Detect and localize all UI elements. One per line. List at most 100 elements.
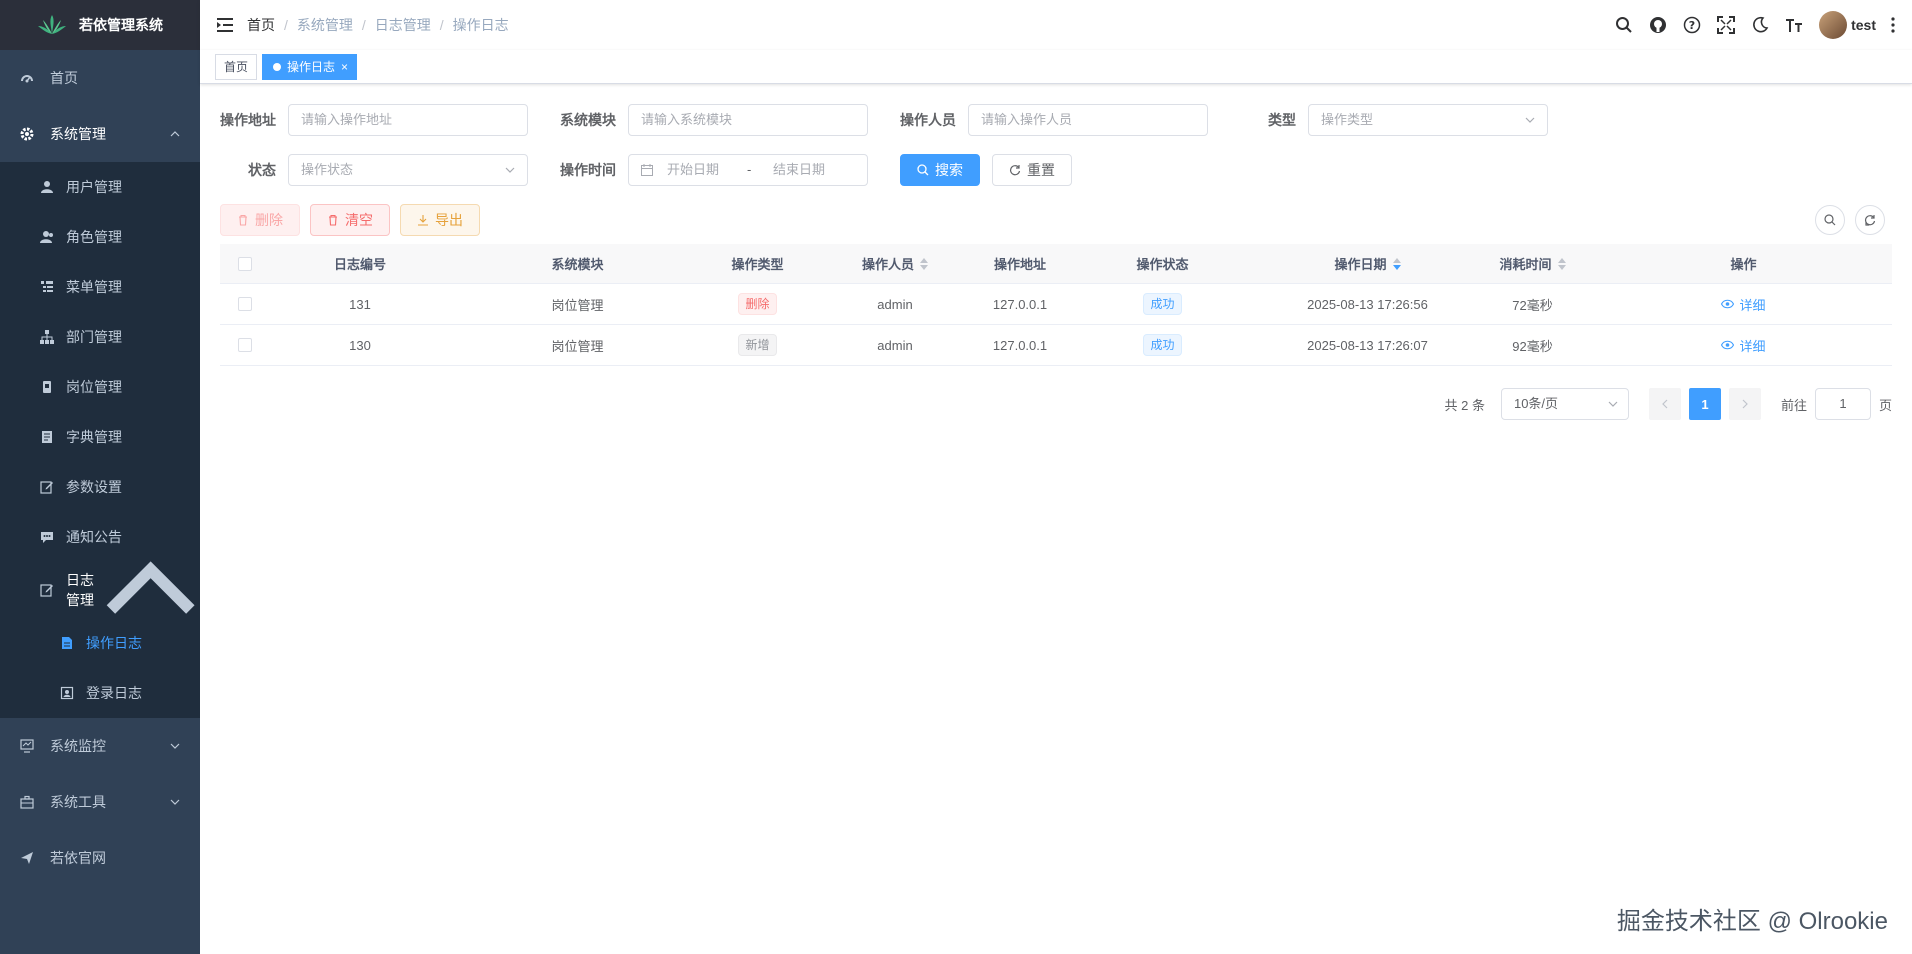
- watermark: 掘金技术社区 @ Olrookie: [1616, 908, 1888, 935]
- module-input[interactable]: 请输入系统模块: [628, 104, 868, 136]
- username[interactable]: test: [1851, 17, 1876, 33]
- clean-button[interactable]: 清空: [310, 204, 390, 236]
- system-submenu: 用户管理 角色管理 菜单管理 部门管理 岗位管理 字典管理 参数设置 通知公告: [0, 162, 200, 718]
- pagination-total: 共 2 条: [1444, 397, 1485, 413]
- sort-icon[interactable]: [920, 257, 928, 270]
- search-button[interactable]: 搜索: [900, 154, 980, 186]
- fullscreen-icon[interactable]: [1717, 16, 1736, 34]
- tag-operlog[interactable]: 操作日志 ×: [262, 54, 358, 80]
- gear-icon: [20, 127, 34, 141]
- edit-icon: [40, 480, 54, 494]
- dashboard-icon: [20, 71, 34, 85]
- log-icon: [40, 583, 54, 597]
- cell-id: 131: [349, 296, 371, 312]
- sidebar-item-menu[interactable]: 菜单管理: [0, 262, 200, 312]
- sidebar-item-label: 日志管理: [66, 572, 94, 608]
- sidebar-item-post[interactable]: 岗位管理: [0, 362, 200, 412]
- moon-icon[interactable]: [1751, 16, 1769, 34]
- svg-text:?: ?: [1689, 19, 1695, 32]
- header-user[interactable]: 操作人员: [810, 254, 980, 273]
- goto-prefix: 前往: [1780, 397, 1807, 413]
- sidebar-item-user[interactable]: 用户管理: [0, 162, 200, 212]
- search-icon[interactable]: [1615, 16, 1633, 34]
- chevron-down-icon: [170, 799, 180, 805]
- sidebar-item-home[interactable]: 首页: [0, 50, 200, 106]
- sidebar-item-label: 系统工具: [50, 794, 106, 810]
- sidebar-item-website[interactable]: 若依官网: [0, 830, 200, 886]
- row-checkbox[interactable]: [220, 297, 270, 311]
- github-icon[interactable]: [1649, 16, 1667, 34]
- calendar-icon: [641, 164, 653, 176]
- right-menu: ? test: [1607, 0, 1912, 50]
- status-select[interactable]: 操作状态: [288, 154, 528, 186]
- select-all-checkbox[interactable]: [220, 256, 270, 271]
- header-cost[interactable]: 消耗时间: [1470, 254, 1595, 273]
- oper-name-label: 操作人员: [900, 112, 956, 128]
- sidebar-item-log[interactable]: 日志管理: [0, 561, 200, 618]
- breadcrumb-item[interactable]: 首页: [247, 15, 275, 35]
- more-vertical-icon[interactable]: [1884, 16, 1902, 34]
- close-icon[interactable]: ×: [341, 60, 348, 74]
- breadcrumb: 首页 / 系统管理 / 日志管理 / 操作日志: [247, 15, 509, 35]
- sidebar-item-system[interactable]: 系统管理: [0, 106, 200, 162]
- chevron-down-icon: [505, 167, 515, 173]
- refresh-icon[interactable]: [1855, 205, 1885, 235]
- trash-icon: [327, 214, 339, 226]
- sort-icon[interactable]: [1557, 257, 1566, 270]
- tree-icon: [40, 330, 54, 344]
- sidebar-item-monitor[interactable]: 系统监控: [0, 718, 200, 774]
- sidebar-item-dept[interactable]: 部门管理: [0, 312, 200, 362]
- sidebar-item-dict[interactable]: 字典管理: [0, 412, 200, 462]
- trash-icon: [237, 214, 249, 226]
- date-range-picker[interactable]: 开始日期 - 结束日期: [628, 154, 868, 186]
- header-date[interactable]: 操作日期: [1265, 254, 1470, 273]
- header-ip: 操作地址: [993, 257, 1046, 272]
- question-icon[interactable]: ?: [1683, 16, 1701, 34]
- avatar[interactable]: [1819, 11, 1848, 39]
- oper-ip-input[interactable]: 请输入操作地址: [288, 104, 528, 136]
- cell-cost: 92毫秒: [1512, 338, 1553, 354]
- next-page-button[interactable]: [1728, 388, 1761, 420]
- tag-home[interactable]: 首页: [215, 54, 258, 80]
- search-toggle-icon[interactable]: [1815, 205, 1845, 235]
- type-select[interactable]: 操作类型: [1308, 104, 1548, 136]
- page-number-button[interactable]: 1: [1688, 388, 1721, 420]
- header-module: 系统模块: [551, 257, 604, 272]
- row-checkbox[interactable]: [220, 338, 270, 352]
- breadcrumb-item: 日志管理: [374, 17, 431, 33]
- font-size-icon[interactable]: [1785, 16, 1803, 34]
- guide-icon: [20, 851, 34, 865]
- delete-button[interactable]: 删除: [220, 204, 300, 236]
- sidebar-item-logininfor[interactable]: 登录日志: [0, 668, 200, 718]
- sidebar-item-label: 系统监控: [50, 738, 106, 754]
- export-button[interactable]: 导出: [400, 204, 480, 236]
- sidebar-item-label: 字典管理: [66, 429, 122, 445]
- sort-icon[interactable]: [1392, 257, 1401, 270]
- oper-name-input[interactable]: 请输入操作人员: [968, 104, 1208, 136]
- active-dot: [273, 62, 281, 71]
- sidebar-item-config[interactable]: 参数设置: [0, 462, 200, 512]
- peoples-icon: [40, 230, 54, 244]
- reset-button[interactable]: 重置: [992, 154, 1072, 186]
- chevron-down-icon: [1525, 117, 1535, 123]
- page-size-select[interactable]: 10条/页: [1500, 388, 1629, 420]
- right-toolbar: [1815, 204, 1885, 236]
- end-date[interactable]: 结束日期: [773, 155, 825, 185]
- prev-page-button[interactable]: [1648, 388, 1681, 420]
- cell-module: 岗位管理: [551, 338, 604, 354]
- hamburger-icon[interactable]: [215, 15, 235, 35]
- refresh-icon: [1009, 164, 1021, 176]
- sidebar-item-role[interactable]: 角色管理: [0, 212, 200, 262]
- app-title: 若依管理系统: [79, 17, 163, 33]
- goto-page-input[interactable]: 1: [1814, 388, 1871, 420]
- status-badge: 成功: [1143, 293, 1182, 315]
- sidebar-item-tool[interactable]: 系统工具: [0, 774, 200, 830]
- oper-ip-label: 操作地址: [220, 112, 276, 128]
- detail-link[interactable]: 详细: [1721, 336, 1766, 355]
- start-date[interactable]: 开始日期: [667, 155, 747, 185]
- sidebar-item-label: 参数设置: [66, 479, 122, 495]
- monitor-icon: [20, 739, 34, 753]
- message-icon: [40, 530, 54, 544]
- detail-link[interactable]: 详细: [1721, 295, 1766, 314]
- logo[interactable]: 若依管理系统: [0, 0, 200, 50]
